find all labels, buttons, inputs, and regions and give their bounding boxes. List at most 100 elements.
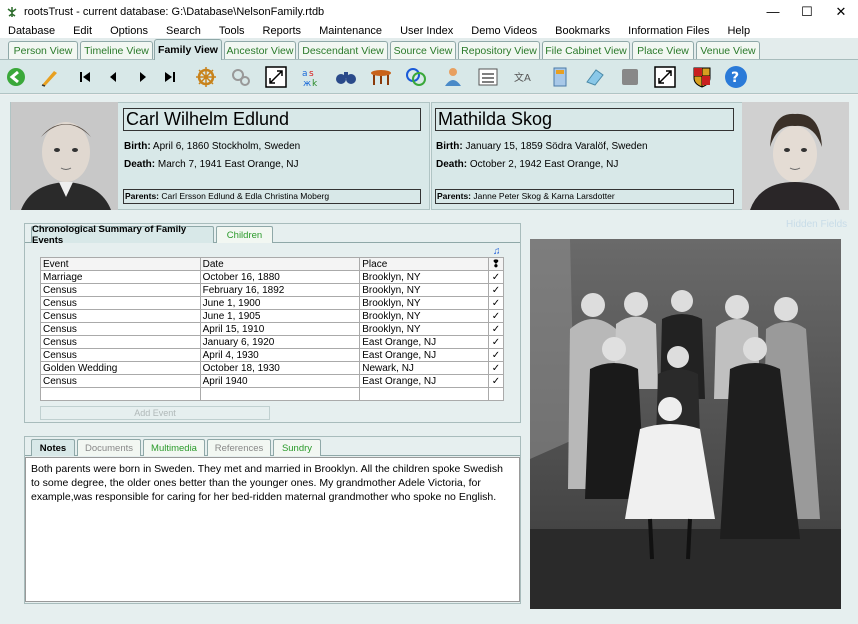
family-photo[interactable] (530, 239, 841, 609)
table-row[interactable]: Marriage October 16, 1880 Brooklyn, NY ✓ (40, 270, 505, 284)
wife-portrait[interactable] (742, 102, 849, 210)
table-row[interactable]: Census April 4, 1930 East Orange, NJ ✓ (40, 348, 505, 362)
date-cell: June 1, 1900 (199, 296, 361, 310)
tab-multimedia[interactable]: Multimedia (143, 439, 205, 456)
menu-help[interactable]: Help (727, 25, 750, 37)
menu-user-index[interactable]: User Index (400, 25, 453, 37)
table-row[interactable]: Golden Wedding October 18, 1930 Newark, NJ… (40, 361, 505, 375)
wife-parents[interactable]: Parents: Janne Peter Skog & Karna Larsdo… (435, 189, 734, 204)
tab-family-view[interactable]: Family View (154, 39, 222, 60)
ship-wheel-icon[interactable] (193, 64, 219, 90)
column-header-date[interactable]: Date (199, 257, 361, 271)
menu-options[interactable]: Options (110, 25, 148, 37)
tab-references[interactable]: References (207, 439, 271, 456)
shield-icon[interactable] (689, 64, 715, 90)
tab-repository-view[interactable]: Repository View (458, 41, 540, 59)
empty-row[interactable] (40, 387, 505, 401)
previous-record-icon[interactable] (100, 64, 126, 90)
check-icon[interactable]: ✓ (487, 309, 505, 323)
tab-children[interactable]: Children (216, 226, 273, 243)
tab-place-view[interactable]: Place View (632, 41, 694, 59)
menu-tools[interactable]: Tools (219, 25, 245, 37)
tab-documents[interactable]: Documents (77, 439, 141, 456)
next-record-icon[interactable] (130, 64, 156, 90)
check-icon[interactable]: ✓ (487, 270, 505, 284)
table-row[interactable]: Census June 1, 1905 Brooklyn, NY ✓ (40, 309, 505, 323)
tab-chronological-summary[interactable]: Chronological Summary of Family Events (31, 224, 214, 246)
wife-birth-value: January 15, 1859 Södra Varalöf, Sweden (465, 141, 648, 152)
expand-icon[interactable] (263, 64, 289, 90)
check-icon[interactable]: ✓ (487, 283, 505, 297)
parents-label: Parents: (437, 191, 472, 201)
wife-name[interactable]: Mathilda Skog (435, 108, 734, 131)
title-bar: rootsTrust - current database: G:\Databa… (0, 0, 858, 23)
notes-text[interactable]: Both parents were born in Sweden. They m… (25, 457, 520, 602)
menu-reports[interactable]: Reports (263, 25, 302, 37)
menu-bookmarks[interactable]: Bookmarks (555, 25, 610, 37)
tab-person-view[interactable]: Person View (8, 41, 78, 59)
back-arrow-icon[interactable] (3, 64, 29, 90)
event-cell: Census (40, 335, 201, 349)
husband-parents[interactable]: Parents: Carl Ersson Edlund & Edla Chris… (123, 189, 421, 204)
svg-text:文A: 文A (514, 71, 531, 84)
sort-az-icon[interactable] (403, 64, 429, 90)
place-cell: Brooklyn, NY (359, 283, 489, 297)
binoculars-icon[interactable] (333, 64, 359, 90)
tab-source-view[interactable]: Source View (390, 41, 456, 59)
tab-ancestor-view[interactable]: Ancestor View (224, 41, 296, 59)
table-icon[interactable] (368, 64, 394, 90)
close-button[interactable]: ✕ (824, 0, 858, 23)
husband-parents-value: Carl Ersson Edlund & Edla Christina Mobe… (161, 191, 330, 201)
first-record-icon[interactable] (72, 64, 98, 90)
tab-notes[interactable]: Notes (31, 439, 75, 456)
column-header-check[interactable]: ❢ (487, 257, 505, 271)
tab-file-cabinet-view[interactable]: File Cabinet View (542, 41, 630, 59)
feather-pen-icon[interactable] (36, 64, 62, 90)
minimize-button[interactable]: — (756, 0, 790, 23)
hidden-fields-label[interactable]: Hidden Fields (786, 219, 847, 230)
fullscreen-icon[interactable] (652, 64, 678, 90)
last-record-icon[interactable] (157, 64, 183, 90)
music-note-icon[interactable]: ♫ (493, 246, 501, 257)
table-row[interactable]: Census June 1, 1900 Brooklyn, NY ✓ (40, 296, 505, 310)
people-icon[interactable] (440, 64, 466, 90)
husband-death-value: March 7, 1941 East Orange, NJ (157, 159, 299, 170)
death-label: Death: (436, 159, 468, 170)
tab-venue-view[interactable]: Venue View (696, 41, 760, 59)
table-row[interactable]: Census February 16, 1892 Brooklyn, NY ✓ (40, 283, 505, 297)
menu-edit[interactable]: Edit (73, 25, 92, 37)
date-cell: October 18, 1930 (199, 361, 361, 375)
tab-timeline-view[interactable]: Timeline View (80, 41, 153, 59)
table-row[interactable]: Census April 15, 1910 Brooklyn, NY ✓ (40, 322, 505, 336)
blank-icon[interactable] (617, 64, 643, 90)
table-row[interactable]: Census January 6, 1920 East Orange, NJ ✓ (40, 335, 505, 349)
menu-database[interactable]: Database (8, 25, 55, 37)
menu-maintenance[interactable]: Maintenance (319, 25, 382, 37)
eraser-icon[interactable] (582, 64, 608, 90)
tab-sundry[interactable]: Sundry (273, 439, 321, 456)
add-event-button[interactable]: Add Event (40, 406, 270, 420)
menu-information-files[interactable]: Information Files (628, 25, 709, 37)
document-icon[interactable] (547, 64, 573, 90)
husband-portrait[interactable] (11, 102, 118, 210)
list-icon[interactable] (475, 64, 501, 90)
check-icon[interactable]: ✓ (487, 348, 505, 362)
maximize-button[interactable]: ☐ (790, 0, 824, 23)
translate-icon[interactable]: 文A (510, 64, 536, 90)
birth-label: Birth: (124, 141, 151, 152)
gears-icon[interactable] (228, 64, 254, 90)
check-icon[interactable]: ✓ (487, 322, 505, 336)
help-icon[interactable]: ? (723, 64, 749, 90)
spell-check-icon[interactable]: asжk (298, 64, 324, 90)
column-header-place[interactable]: Place (359, 257, 489, 271)
check-icon[interactable]: ✓ (487, 361, 505, 375)
check-icon[interactable]: ✓ (487, 335, 505, 349)
tab-descendant-view[interactable]: Descendant View (298, 41, 388, 59)
menu-search[interactable]: Search (166, 25, 201, 37)
check-icon[interactable]: ✓ (487, 296, 505, 310)
husband-name[interactable]: Carl Wilhelm Edlund (123, 108, 421, 131)
menu-demo-videos[interactable]: Demo Videos (471, 25, 537, 37)
check-icon[interactable]: ✓ (487, 374, 505, 388)
table-row[interactable]: Census April 1940 East Orange, NJ ✓ (40, 374, 505, 388)
column-header-event[interactable]: Event (40, 257, 201, 271)
